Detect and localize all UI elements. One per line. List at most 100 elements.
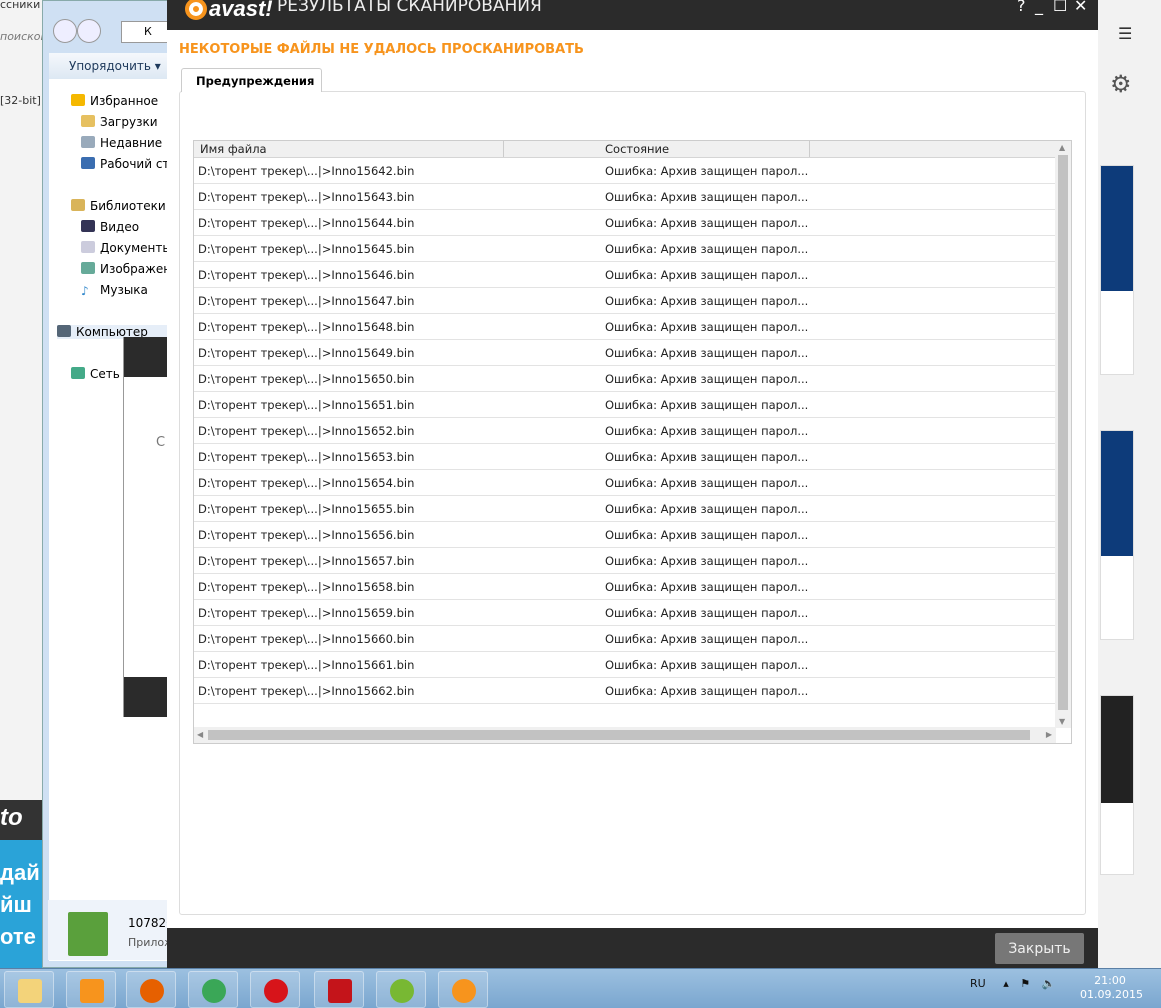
avast-icon bbox=[452, 979, 476, 1003]
table-row[interactable]: D:\торент трекер\...|>Inno15658.bin Ошибк… bbox=[194, 574, 1056, 600]
nav-recent[interactable]: Недавние м bbox=[81, 136, 175, 150]
nav-label: Музыка bbox=[100, 283, 148, 297]
horizontal-scrollbar[interactable]: ◀ ▶ bbox=[194, 727, 1056, 743]
nav-network[interactable]: Сеть bbox=[71, 367, 120, 381]
taskbar-explorer-button[interactable] bbox=[4, 971, 54, 1008]
table-row[interactable]: D:\торент трекер\...|>Inno15659.bin Ошибк… bbox=[194, 600, 1056, 626]
network-icon bbox=[71, 367, 85, 379]
file-name-cell: D:\торент трекер\...|>Inno15648.bin bbox=[198, 320, 415, 334]
minimize-button[interactable]: _ bbox=[1035, 0, 1043, 15]
status-cell: Ошибка: Архив защищен парол... bbox=[605, 190, 809, 204]
bg-text: С bbox=[156, 435, 166, 450]
table-row[interactable]: D:\торент трекер\...|>Inno15645.bin Ошибк… bbox=[194, 236, 1056, 262]
status-cell: Ошибка: Архив защищен парол... bbox=[605, 450, 809, 464]
show-hidden-icons[interactable]: ▴ bbox=[1003, 977, 1009, 990]
avast-scan-results-dialog: avast! РЕЗУЛЬТАТЫ СКАНИРОВАНИЯ ? _ ☐ ✕ Н… bbox=[167, 0, 1098, 968]
file-name-cell: D:\торент трекер\...|>Inno15647.bin bbox=[198, 294, 415, 308]
taskbar-firefox-button[interactable] bbox=[126, 971, 176, 1008]
table-row[interactable]: D:\торент трекер\...|>Inno15653.bin Ошибк… bbox=[194, 444, 1056, 470]
file-name-cell: D:\торент трекер\...|>Inno15658.bin bbox=[198, 580, 415, 594]
table-row[interactable]: D:\торент трекер\...|>Inno15654.bin Ошибк… bbox=[194, 470, 1056, 496]
table-row[interactable]: D:\торент трекер\...|>Inno15649.bin Ошибк… bbox=[194, 340, 1056, 366]
column-header-filename[interactable]: Имя файла bbox=[200, 142, 267, 157]
bg-card bbox=[1100, 695, 1134, 875]
table-row[interactable]: D:\торент трекер\...|>Inno15657.bin Ошибк… bbox=[194, 548, 1056, 574]
close-window-button[interactable]: ✕ bbox=[1074, 0, 1087, 15]
star-icon bbox=[71, 94, 85, 106]
maximize-button[interactable]: ☐ bbox=[1053, 0, 1067, 15]
dialog-title: РЕЗУЛЬТАТЫ СКАНИРОВАНИЯ bbox=[277, 0, 542, 16]
time: 21:00 bbox=[1094, 974, 1126, 987]
dialog-footer: Закрыть bbox=[167, 928, 1098, 968]
table-row[interactable]: D:\торент трекер\...|>Inno15651.bin Ошибк… bbox=[194, 392, 1056, 418]
opera-icon bbox=[264, 979, 288, 1003]
table-row[interactable]: D:\торент трекер\...|>Inno15662.bin Ошибк… bbox=[194, 678, 1056, 704]
taskbar-opera-button[interactable] bbox=[250, 971, 300, 1008]
table-row[interactable]: D:\торент трекер\...|>Inno15647.bin Ошибк… bbox=[194, 288, 1056, 314]
file-name-cell: D:\торент трекер\...|>Inno15651.bin bbox=[198, 398, 415, 412]
file-name-cell: D:\торент трекер\...|>Inno15661.bin bbox=[198, 658, 415, 672]
video-icon bbox=[81, 220, 95, 232]
organize-button[interactable]: Упорядочить ▾ bbox=[49, 53, 173, 79]
table-row[interactable]: D:\торент трекер\...|>Inno15660.bin Ошибк… bbox=[194, 626, 1056, 652]
table-row[interactable]: D:\торент трекер\...|>Inno15661.bin Ошибк… bbox=[194, 652, 1056, 678]
table-row[interactable]: D:\торент трекер\...|>Inno15648.bin Ошибк… bbox=[194, 314, 1056, 340]
taskbar-chrome-button[interactable] bbox=[188, 971, 238, 1008]
status-cell: Ошибка: Архив защищен парол... bbox=[605, 502, 809, 516]
language-indicator[interactable]: RU bbox=[970, 977, 986, 990]
nav-downloads[interactable]: Загрузки bbox=[81, 115, 158, 129]
file-name-cell: D:\торент трекер\...|>Inno15659.bin bbox=[198, 606, 415, 620]
table-row[interactable]: D:\торент трекер\...|>Inno15646.bin Ошибк… bbox=[194, 262, 1056, 288]
installer-icon bbox=[68, 912, 108, 956]
address-bar[interactable]: К bbox=[121, 21, 171, 43]
taskbar-avast-button[interactable] bbox=[438, 971, 488, 1008]
nav-libraries[interactable]: Библиотеки bbox=[71, 199, 166, 213]
status-cell: Ошибка: Архив защищен парол... bbox=[605, 606, 809, 620]
file-name-cell: D:\торент трекер\...|>Inno15643.bin bbox=[198, 190, 415, 204]
table-row[interactable]: D:\торент трекер\...|>Inno15650.bin Ошибк… bbox=[194, 366, 1056, 392]
table-row[interactable]: D:\торент трекер\...|>Inno15655.bin Ошибк… bbox=[194, 496, 1056, 522]
file-name-cell: D:\торент трекер\...|>Inno15655.bin bbox=[198, 502, 415, 516]
avast-logo-icon bbox=[185, 0, 207, 20]
status-cell: Ошибка: Архив защищен парол... bbox=[605, 346, 809, 360]
taskbar-opera-red-button[interactable] bbox=[314, 971, 364, 1008]
table-row[interactable]: D:\торент трекер\...|>Inno15642.bin Ошибк… bbox=[194, 158, 1056, 184]
status-cell: Ошибка: Архив защищен парол... bbox=[605, 684, 809, 698]
nav-video[interactable]: Видео bbox=[81, 220, 139, 234]
table-row[interactable]: D:\торент трекер\...|>Inno15656.bin Ошибк… bbox=[194, 522, 1056, 548]
taskbar-media-player-button[interactable] bbox=[66, 971, 116, 1008]
computer-icon bbox=[57, 325, 71, 337]
tab-warnings[interactable]: Предупреждения bbox=[181, 68, 322, 92]
avast-logo: avast! bbox=[185, 0, 273, 22]
opera-red-icon bbox=[328, 979, 352, 1003]
nav-music[interactable]: ♪ Музыка bbox=[81, 283, 148, 298]
gear-icon: ⚙ bbox=[1110, 70, 1132, 98]
scroll-thumb[interactable] bbox=[1058, 155, 1068, 710]
vertical-scrollbar[interactable]: ▲ ▼ bbox=[1055, 141, 1071, 728]
status-cell: Ошибка: Архив защищен парол... bbox=[605, 372, 809, 386]
clock[interactable]: 21:00 01.09.2015 bbox=[1080, 974, 1143, 1002]
utorrent-icon bbox=[390, 979, 414, 1003]
column-header-status[interactable]: Состояние bbox=[605, 142, 669, 157]
scroll-thumb[interactable] bbox=[208, 730, 1030, 740]
back-forward-buttons[interactable] bbox=[53, 19, 105, 45]
table-row[interactable]: D:\торент трекер\...|>Inno15644.bin Ошибк… bbox=[194, 210, 1056, 236]
background-avast-window: С bbox=[123, 337, 173, 717]
table-row[interactable]: D:\торент трекер\...|>Inno15652.bin Ошибк… bbox=[194, 418, 1056, 444]
close-button[interactable]: Закрыть bbox=[995, 933, 1084, 964]
nav-favorites[interactable]: Избранное bbox=[71, 94, 158, 108]
status-cell: Ошибка: Архив защищен парол... bbox=[605, 658, 809, 672]
file-name-cell: D:\торент трекер\...|>Inno15652.bin bbox=[198, 424, 415, 438]
volume-muted-icon[interactable]: 🔈 bbox=[1042, 977, 1056, 990]
status-cell: Ошибка: Архив защищен парол... bbox=[605, 580, 809, 594]
status-cell: Ошибка: Архив защищен парол... bbox=[605, 424, 809, 438]
help-button[interactable]: ? bbox=[1017, 0, 1026, 15]
taskbar-utorrent-button[interactable] bbox=[376, 971, 426, 1008]
title-bar[interactable]: avast! РЕЗУЛЬТАТЫ СКАНИРОВАНИЯ ? _ ☐ ✕ bbox=[167, 0, 1098, 30]
action-center-flag-icon[interactable]: ⚑ bbox=[1020, 977, 1030, 990]
nav-desktop[interactable]: Рабочий сто bbox=[81, 157, 177, 171]
table-row[interactable]: D:\торент трекер\...|>Inno15643.bin Ошибк… bbox=[194, 184, 1056, 210]
nav-documents[interactable]: Документы bbox=[81, 241, 172, 255]
nav-pictures[interactable]: Изображени bbox=[81, 262, 179, 276]
system-tray: RU ▴ ⚑ 🔈 bbox=[970, 977, 1055, 990]
